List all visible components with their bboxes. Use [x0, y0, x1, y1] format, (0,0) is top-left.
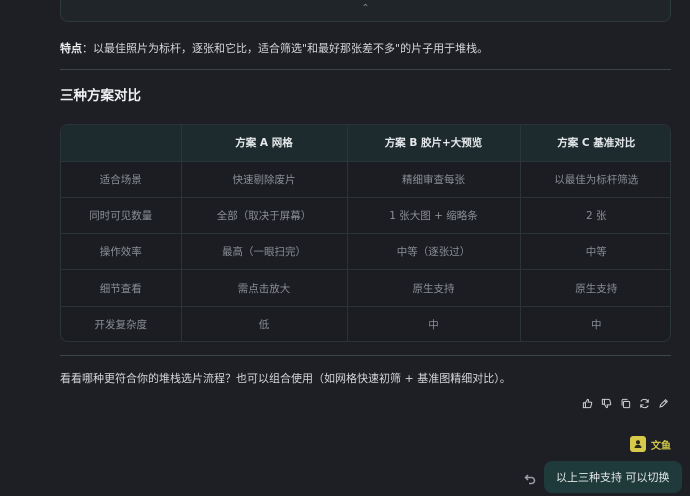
table-cell: 以最佳为标杆筛选	[520, 161, 670, 198]
summary-text: 看看哪种更符合你的堆栈选片流程？也可以组合使用（如网格快速初筛 + 基准图精细对…	[60, 372, 511, 385]
table-cell: 中	[591, 319, 602, 332]
table-cell: 精细审查每张	[347, 161, 521, 198]
table-row: 同时可见数量 全部（取决于屏幕） 1 张大图 + 缩略条 2 张	[61, 197, 670, 235]
table-row: 操作效率 最高（一眼扫完） 中等（逐张过） 中等	[61, 233, 670, 271]
divider	[60, 355, 671, 356]
table-cell: 1 张大图 + 缩略条	[347, 197, 521, 235]
table-row: 开发复杂度 低 中 中	[61, 306, 670, 341]
table-header-cell: 方案 A 网格	[181, 125, 348, 162]
section-title: 三种方案对比	[60, 88, 141, 104]
table-cell: 适合场景	[61, 161, 182, 198]
table-cell: 中等（逐张过）	[347, 233, 521, 271]
avatar	[630, 436, 646, 452]
edit-icon[interactable]	[656, 396, 670, 410]
feature-text: ：以最佳照片为标杆，逐张和它比，适合筛选"和最好那张差不多"的片子用于堆栈。	[82, 42, 489, 55]
collapsed-card: ⌃	[60, 0, 671, 22]
table-header-cell: 方案 B 胶片+大预览	[347, 125, 521, 162]
table-cell: 开发复杂度	[61, 306, 182, 341]
comparison-table: 方案 A 网格 方案 B 胶片+大预览 方案 C 基准对比 适合场景 快速剔除废…	[60, 124, 671, 342]
table-row: 适合场景 快速剔除废片 精细审查每张 以最佳为标杆筛选	[61, 161, 670, 198]
feature-paragraph: 特点：以最佳照片为标杆，逐张和它比，适合筛选"和最好那张差不多"的片子用于堆栈。	[60, 40, 670, 56]
table-cell: 2 张	[520, 197, 670, 235]
table-row: 细节查看 需点击放大 原生支持 原生支持	[61, 269, 670, 307]
undo-icon[interactable]	[524, 470, 536, 485]
table-cell: 原生支持	[347, 269, 521, 307]
table-header-row: 方案 A 网格 方案 B 胶片+大预览 方案 C 基准对比	[61, 125, 670, 162]
user-name: 文鱼	[651, 440, 671, 452]
table-cell: 最高（一眼扫完）	[181, 233, 348, 271]
table-cell: 操作效率	[61, 233, 182, 271]
table-header-cell: 方案 C 基准对比	[520, 125, 670, 162]
table-cell: 细节查看	[61, 269, 182, 307]
thumbs-up-icon[interactable]	[580, 396, 594, 410]
table-header-cell	[61, 125, 182, 162]
copy-icon[interactable]	[618, 396, 632, 410]
user-label: 文鱼	[630, 436, 671, 452]
message-actions	[580, 396, 670, 410]
table-cell: 快速剔除废片	[181, 161, 348, 198]
table-cell: 同时可见数量	[61, 197, 182, 235]
user-message-bubble: 以上三种支持 可以切换	[544, 461, 682, 493]
user-message-text: 以上三种支持 可以切换	[556, 471, 670, 484]
table-cell: 全部（取决于屏幕）	[181, 197, 348, 235]
chat-view: ⌃ 特点：以最佳照片为标杆，逐张和它比，适合筛选"和最好那张差不多"的片子用于堆…	[0, 0, 690, 496]
table-cell: 需点击放大	[181, 269, 348, 307]
thumbs-down-icon[interactable]	[599, 396, 613, 410]
table-cell: 原生支持	[520, 269, 670, 307]
table-cell: 中等	[520, 233, 670, 271]
refresh-icon[interactable]	[637, 396, 651, 410]
table-cell: 中	[347, 306, 521, 341]
table-cell: 低	[181, 306, 348, 341]
feature-label: 特点	[60, 42, 82, 55]
collapse-chevron-up-icon[interactable]: ⌃	[361, 4, 369, 14]
divider	[60, 69, 671, 70]
